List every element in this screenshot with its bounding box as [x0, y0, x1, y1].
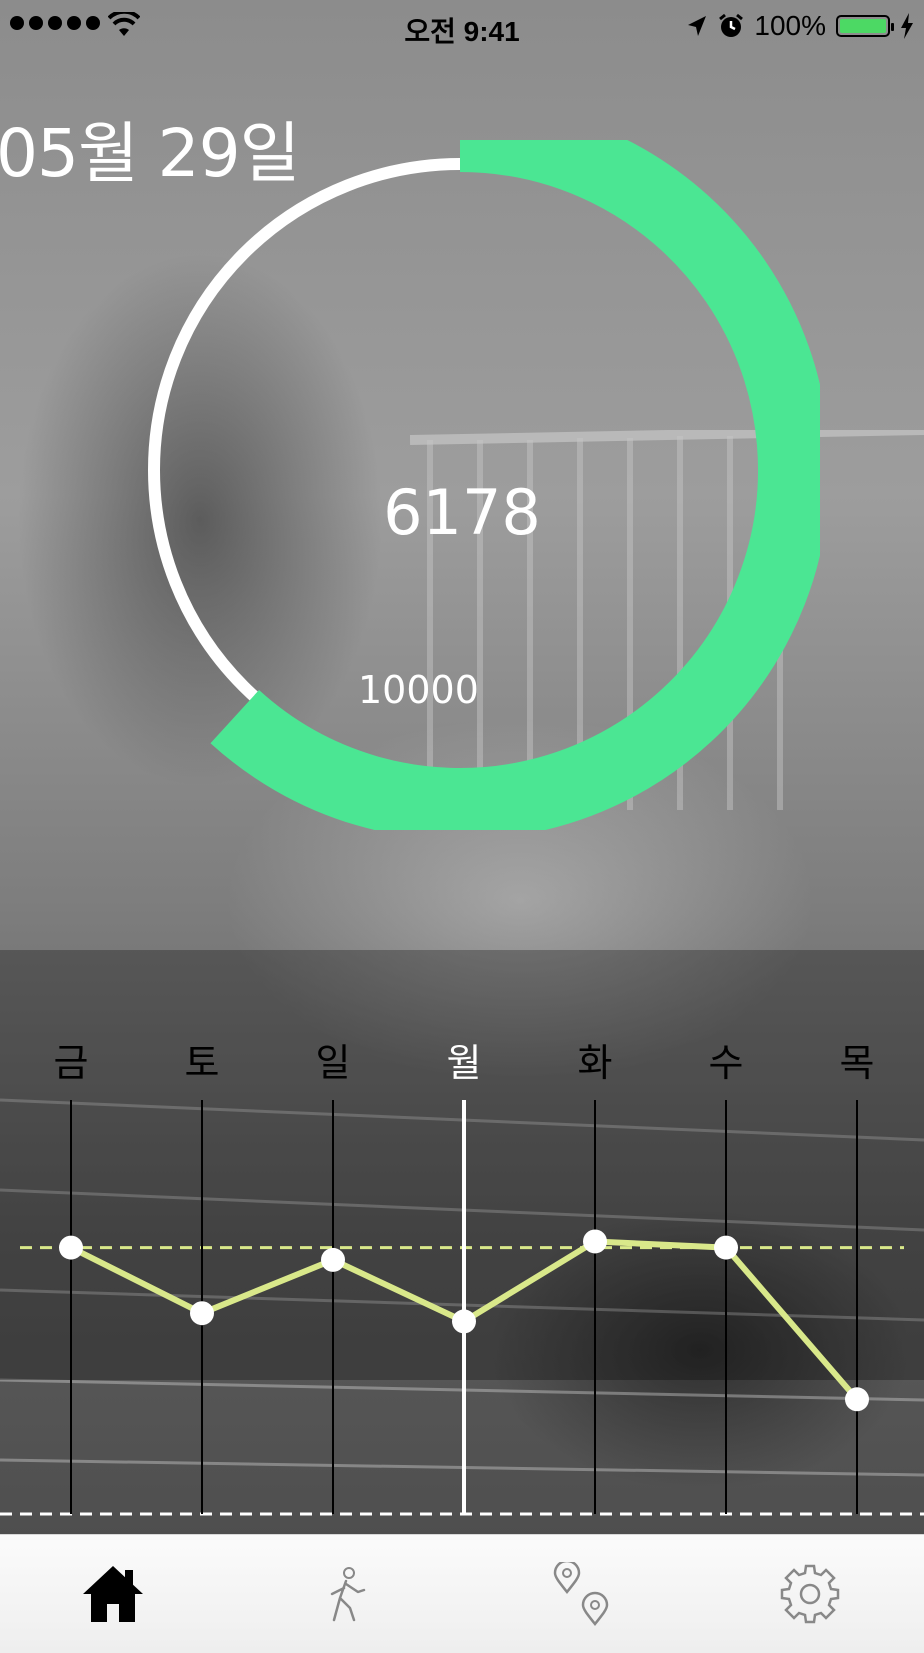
- charging-bolt-icon: [901, 13, 913, 39]
- tab-bar: [0, 1534, 924, 1653]
- home-icon: [83, 1566, 143, 1622]
- alarm-clock-icon: [719, 13, 744, 37]
- battery-icon: [836, 15, 894, 37]
- status-bar: 오전 9:41 100%: [0, 0, 924, 50]
- gear-icon: [780, 1564, 840, 1624]
- day-label-2[interactable]: 일: [316, 1041, 351, 1085]
- data-point[interactable]: [190, 1301, 214, 1326]
- day-label-5[interactable]: 수: [709, 1041, 744, 1085]
- data-point[interactable]: [321, 1247, 345, 1272]
- day-label-1[interactable]: 토: [185, 1041, 220, 1085]
- data-point[interactable]: [714, 1235, 738, 1260]
- day-label-3[interactable]: 월: [447, 1041, 482, 1085]
- data-point[interactable]: [59, 1235, 83, 1260]
- tab-places[interactable]: [510, 1535, 650, 1653]
- map-pins-icon: [553, 1562, 609, 1626]
- weekly-steps-chart[interactable]: 금토일월화수목: [0, 1020, 924, 1530]
- battery-fill: [840, 19, 886, 33]
- day-label-4[interactable]: 화: [578, 1041, 613, 1085]
- tab-settings[interactable]: [740, 1535, 880, 1653]
- tab-activity[interactable]: [276, 1535, 416, 1653]
- location-arrow-icon: [688, 16, 707, 36]
- day-label-0[interactable]: 금: [54, 1041, 89, 1085]
- battery-percent: 100%: [754, 10, 826, 41]
- tab-home[interactable]: [43, 1535, 183, 1653]
- data-point[interactable]: [845, 1387, 869, 1412]
- data-point[interactable]: [452, 1309, 476, 1334]
- data-point[interactable]: [583, 1229, 607, 1254]
- steps-goal: 10000: [358, 668, 479, 712]
- walking-person-icon: [330, 1567, 366, 1622]
- day-label-6[interactable]: 목: [840, 1041, 875, 1085]
- steps-current: 6178: [383, 476, 541, 549]
